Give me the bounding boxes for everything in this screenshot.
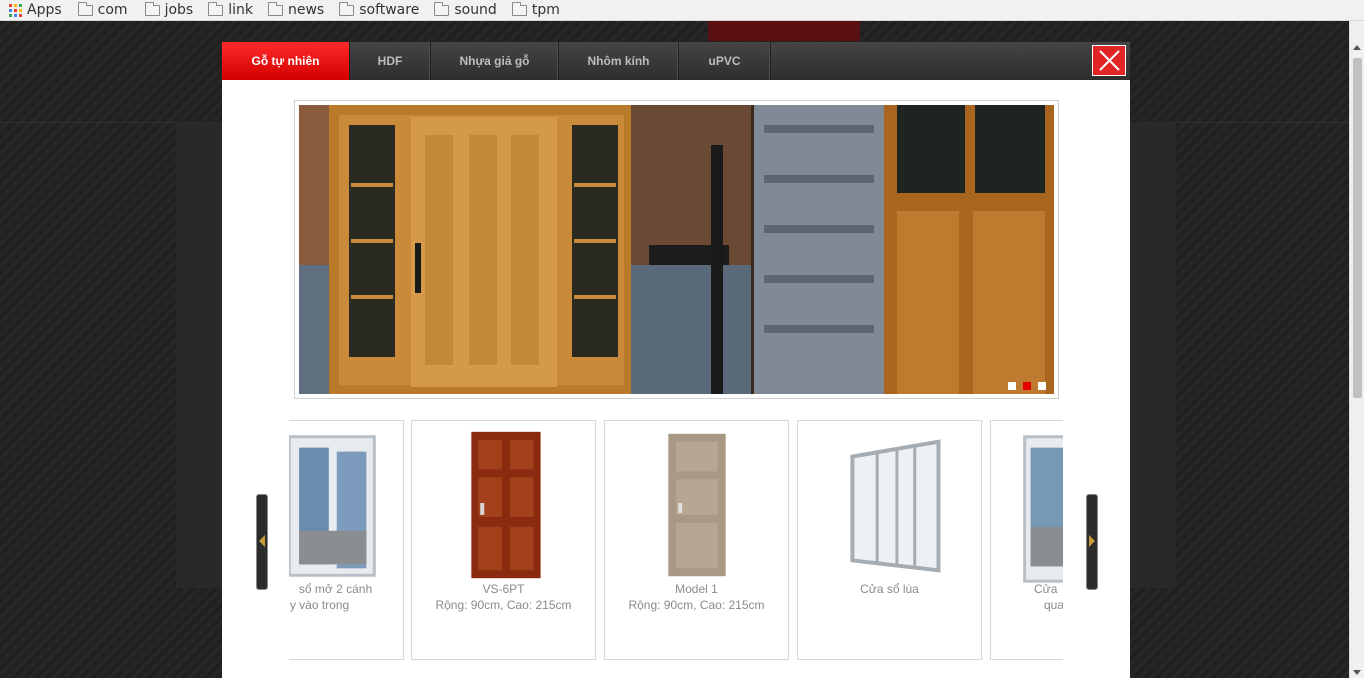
bookmarks-bar: Apps com jobs link news software sound t… — [0, 0, 1364, 21]
tab-label: Nhựa giả gỗ — [459, 54, 530, 68]
chevron-right-icon — [1089, 535, 1095, 547]
category-tab-bar: Gỗ tự nhiên HDF Nhựa giả gỗ Nhôm kính uP… — [222, 42, 1130, 80]
close-button[interactable] — [1092, 45, 1126, 76]
bookmark-folder-news[interactable]: news — [267, 0, 325, 20]
folder-icon — [77, 2, 93, 16]
tab-nhua-gia-go[interactable]: Nhựa giả gỗ — [431, 42, 559, 80]
tab-nhom-kinh[interactable]: Nhôm kính — [559, 42, 679, 80]
tab-go-tu-nhien[interactable]: Gỗ tự nhiên — [222, 42, 350, 80]
bookmark-folder-com[interactable]: com — [77, 0, 128, 20]
product-title: Model 1 — [675, 582, 718, 596]
tab-label: HDF — [377, 54, 403, 68]
product-card-cua-so-lua[interactable]: Cửa sổ lùa — [797, 420, 982, 660]
product-title: sổ mở 2 cánh — [298, 582, 373, 596]
product-title: Cửa — [1034, 582, 1058, 596]
tab-label: Gỗ tự nhiên — [251, 54, 320, 68]
slide-pagination — [1008, 382, 1046, 390]
bookmark-label: com — [97, 2, 128, 18]
bookmark-apps[interactable]: Apps — [9, 0, 62, 20]
product-image-door — [668, 433, 726, 577]
bookmark-folder-link[interactable]: link — [208, 0, 253, 20]
product-subtitle: y vào trong — [289, 598, 350, 612]
product-subtitle: Rộng: 90cm, Cao: 215cm — [628, 598, 765, 612]
slide-dot-2[interactable] — [1023, 382, 1031, 390]
product-carousel: sổ mở 2 cánh y vào trong VS-6PT Rộng: 90… — [289, 420, 1063, 664]
slide-dot-1[interactable] — [1008, 382, 1016, 390]
scroll-thumb[interactable] — [1353, 58, 1362, 398]
folder-icon — [434, 2, 450, 16]
tab-upvc[interactable]: uPVC — [679, 42, 771, 80]
carousel-next-button[interactable] — [1086, 494, 1098, 590]
bookmark-folder-sound[interactable]: sound — [434, 0, 497, 20]
close-x-icon — [1099, 50, 1120, 71]
tab-hdf[interactable]: HDF — [350, 42, 431, 80]
slide-dot-3[interactable] — [1038, 382, 1046, 390]
product-card-vs-6pt[interactable]: VS-6PT Rộng: 90cm, Cao: 215cm — [411, 420, 596, 660]
bookmark-folder-tpm[interactable]: tpm — [511, 0, 560, 20]
bookmark-label: link — [228, 2, 253, 18]
folder-icon — [339, 2, 355, 16]
image-slideshow[interactable] — [294, 100, 1059, 399]
folder-icon — [511, 2, 527, 16]
folder-icon — [144, 2, 160, 16]
product-image-sliding-window — [850, 439, 941, 573]
product-image-door — [471, 431, 541, 579]
folder-icon — [267, 2, 283, 16]
product-title: Cửa sổ lùa — [860, 582, 919, 596]
product-card-cua-so-mo-2-canh[interactable]: sổ mở 2 cánh y vào trong — [289, 420, 404, 660]
bookmark-label: jobs — [164, 2, 194, 18]
product-card-model-1[interactable]: Model 1 Rộng: 90cm, Cao: 215cm — [604, 420, 789, 660]
scroll-down-arrow-icon[interactable] — [1353, 670, 1361, 675]
page-scrollbar[interactable] — [1349, 21, 1364, 678]
bookmark-label: sound — [454, 2, 497, 18]
carousel-prev-button[interactable] — [256, 494, 268, 590]
product-subtitle: qua — [1044, 598, 1063, 612]
tab-label: Nhôm kính — [587, 54, 650, 68]
bookmark-folder-software[interactable]: software — [339, 0, 419, 20]
product-card-cua[interactable]: Cửa qua — [990, 420, 1063, 660]
product-image-window — [289, 435, 376, 577]
chevron-left-icon — [259, 535, 265, 547]
bookmark-label: tpm — [531, 2, 560, 18]
product-image-window — [1023, 435, 1063, 583]
scroll-up-arrow-icon[interactable] — [1353, 45, 1361, 50]
bookmark-label: software — [359, 2, 420, 18]
tab-label: uPVC — [708, 54, 741, 68]
bookmark-folder-jobs[interactable]: jobs — [144, 0, 194, 20]
folder-icon — [208, 2, 224, 16]
apps-grid-icon — [9, 3, 22, 17]
bookmark-label: Apps — [27, 2, 62, 18]
product-modal: Gỗ tự nhiên HDF Nhựa giả gỗ Nhôm kính uP… — [222, 42, 1130, 678]
background-header-accent — [708, 21, 860, 41]
product-title: VS-6PT — [482, 582, 525, 596]
bookmark-label: news — [287, 2, 325, 18]
product-subtitle: Rộng: 90cm, Cao: 215cm — [435, 598, 572, 612]
slide-image-wooden-door — [299, 105, 1054, 394]
